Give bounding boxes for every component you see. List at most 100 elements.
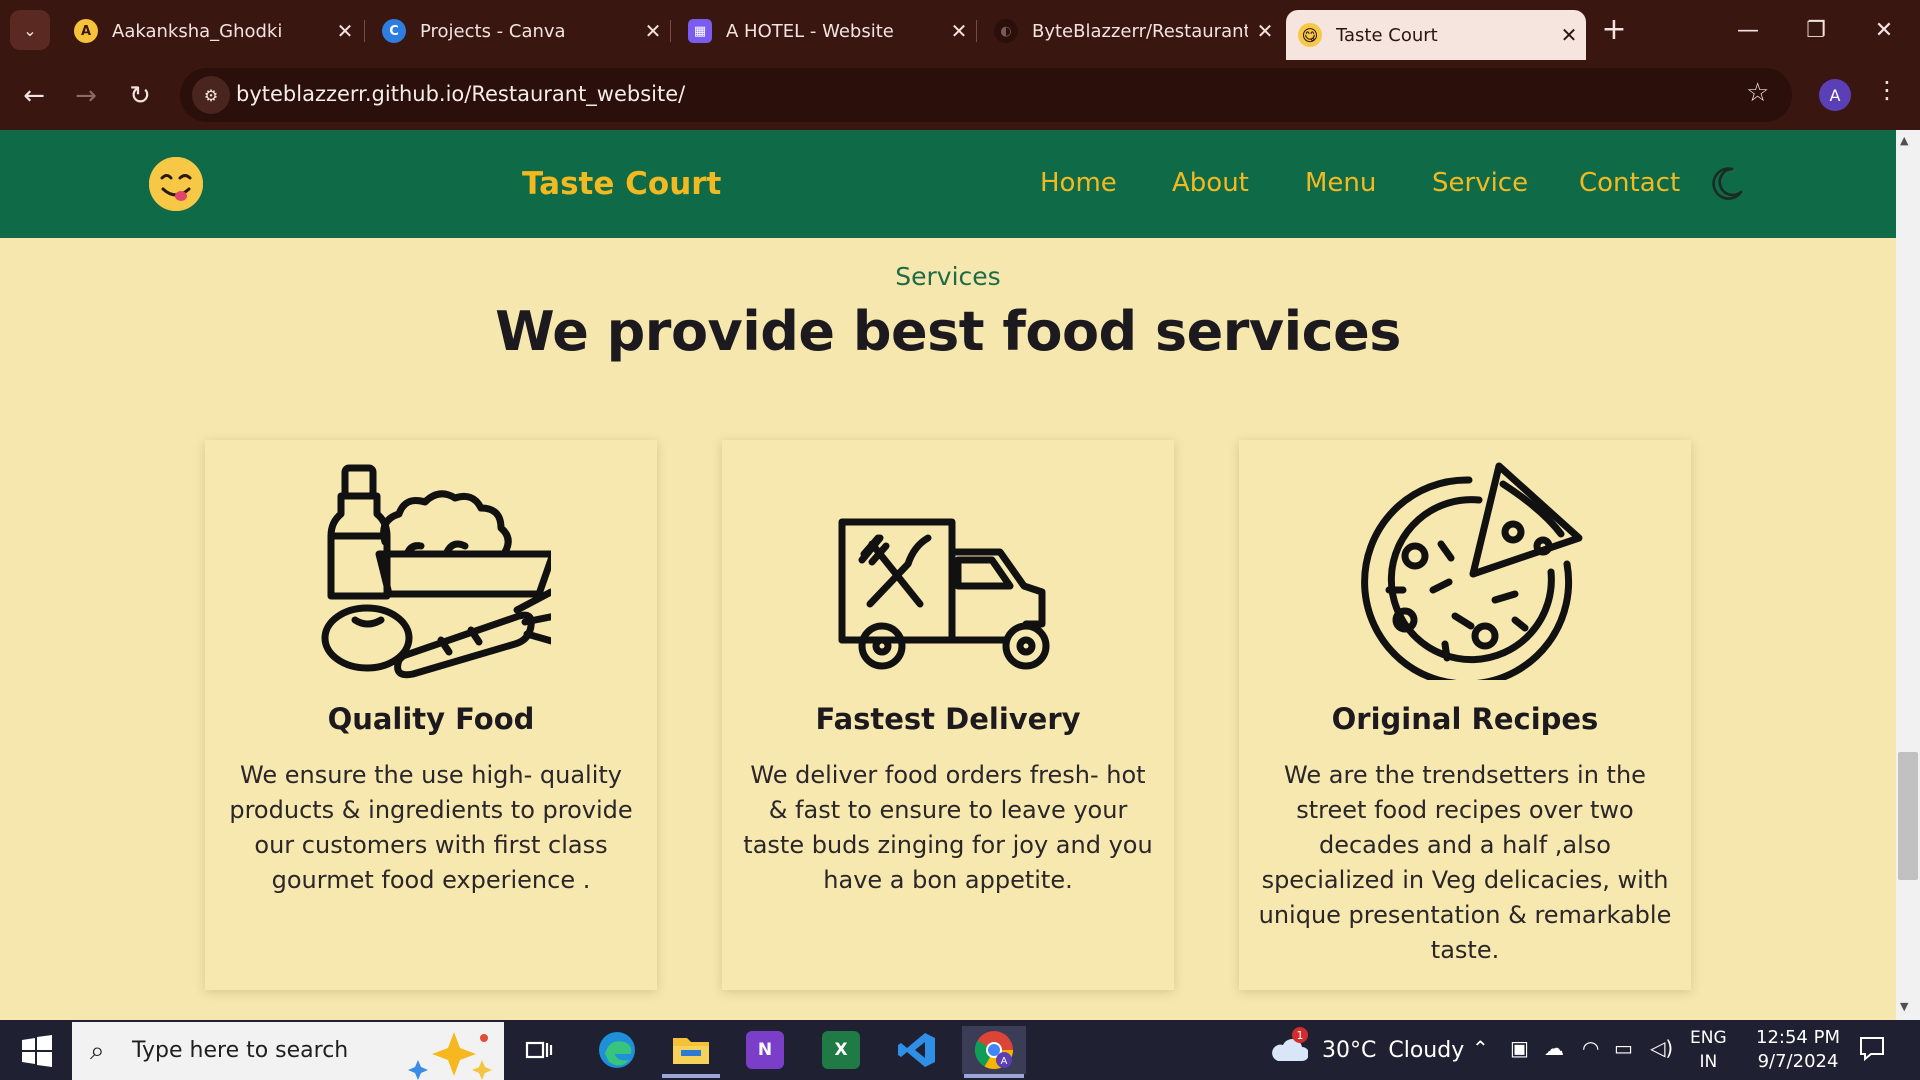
url-text[interactable]: byteblazzerr.github.io/Restaurant_websit…: [236, 82, 685, 106]
site-info-icon[interactable]: ⚙: [192, 76, 230, 114]
taskbar-clock[interactable]: 12:54 PM 9/7/2024: [1748, 1026, 1848, 1074]
nav-link-menu[interactable]: Menu: [1305, 168, 1376, 198]
scroll-down-arrow-icon[interactable]: ▼: [1900, 1000, 1908, 1013]
tab-favicon-icon: 😋: [1298, 23, 1322, 47]
tab-title: A HOTEL - Website: [726, 20, 894, 42]
reload-button[interactable]: ↻: [120, 76, 160, 116]
vscode-icon[interactable]: [888, 1026, 946, 1074]
taskbar-search-box[interactable]: ⌕ Type here to search: [72, 1022, 504, 1080]
file-explorer-icon[interactable]: [662, 1026, 720, 1074]
bookmark-star-icon[interactable]: ☆: [1746, 78, 1769, 108]
browser-toolbar: ← → ↻ ⚙ byteblazzerr.github.io/Restauran…: [0, 60, 1920, 130]
nav-link-about[interactable]: About: [1172, 168, 1249, 198]
tab-title: ByteBlazzerr/Restaurant_v: [1032, 20, 1248, 42]
search-highlight-icon: [408, 1032, 492, 1080]
task-view-icon[interactable]: [510, 1026, 568, 1074]
tab-divider: [976, 20, 977, 42]
minimize-button[interactable]: —: [1720, 8, 1776, 52]
close-tab-icon[interactable]: ✕: [328, 19, 362, 43]
card-description: We deliver food orders fresh- hot & fast…: [743, 761, 1153, 894]
tab-divider: [364, 20, 365, 42]
browser-tab-active[interactable]: 😋 Taste Court ✕: [1286, 10, 1586, 60]
browser-tab[interactable]: ▦ A HOTEL - Website ✕: [676, 10, 976, 52]
tab-divider: [670, 20, 671, 42]
browser-tab[interactable]: ◐ ByteBlazzerr/Restaurant_v ✕: [982, 10, 1282, 52]
service-card-original-recipes: Original Recipes We are the trendsetters…: [1239, 440, 1691, 990]
search-icon: ⌕: [90, 1036, 105, 1066]
browser-tab[interactable]: A Aakanksha_Ghodki ✕: [62, 10, 362, 52]
running-app-indicator: [662, 1074, 720, 1078]
browser-menu-icon[interactable]: ⋮: [1875, 76, 1899, 104]
close-tab-icon[interactable]: ✕: [1248, 19, 1282, 43]
chrome-icon[interactable]: A: [962, 1026, 1026, 1074]
weather-alert-badge: 1: [1292, 1027, 1308, 1043]
volume-icon[interactable]: ◁): [1650, 1036, 1673, 1060]
back-button[interactable]: ←: [14, 76, 54, 116]
chevron-down-icon: ⌄: [23, 20, 37, 40]
clock-time: 12:54 PM: [1756, 1027, 1840, 1048]
address-bar[interactable]: ⚙ byteblazzerr.github.io/Restaurant_webs…: [180, 68, 1792, 122]
service-card-fastest-delivery: Fastest Delivery We deliver food orders …: [722, 440, 1174, 990]
card-title: Original Recipes: [1331, 702, 1599, 736]
card-description: We are the trendsetters in the street fo…: [1258, 761, 1672, 964]
close-window-button[interactable]: ✕: [1856, 8, 1912, 52]
logo-icon[interactable]: [149, 157, 203, 211]
nav-link-contact[interactable]: Contact: [1579, 168, 1680, 198]
close-tab-icon[interactable]: ✕: [1552, 23, 1586, 47]
notification-center-icon[interactable]: [1858, 1034, 1886, 1062]
tab-favicon-icon: ◐: [994, 19, 1018, 43]
weather-condition: Cloudy: [1388, 1037, 1465, 1063]
groceries-icon: [321, 464, 551, 679]
forward-button[interactable]: →: [66, 76, 106, 116]
show-hidden-icons-chevron-icon[interactable]: ⌃: [1472, 1036, 1489, 1060]
windows-start-icon[interactable]: [14, 1034, 60, 1068]
tab-title: Aakanksha_Ghodki: [112, 20, 283, 42]
meet-now-icon[interactable]: ▣: [1510, 1036, 1529, 1060]
browser-tab[interactable]: C Projects - Canva ✕: [370, 10, 670, 52]
dark-mode-moon-icon[interactable]: [1710, 166, 1744, 202]
battery-icon[interactable]: ▭: [1614, 1036, 1633, 1060]
edge-browser-icon[interactable]: [588, 1026, 646, 1074]
nav-link-service[interactable]: Service: [1432, 168, 1528, 198]
section-title: We provide best food services: [495, 300, 1401, 363]
tab-favicon-icon: ▦: [688, 19, 712, 43]
weather-temperature: 30°C: [1322, 1037, 1377, 1063]
region-code: IN: [1699, 1052, 1718, 1072]
cloud-weather-icon: 1: [1270, 1027, 1309, 1065]
weather-widget[interactable]: 1 30°C Cloudy: [1270, 1027, 1465, 1068]
tab-favicon-icon: A: [74, 19, 98, 43]
card-description: We ensure the use high- quality products…: [229, 761, 633, 894]
pizza-icon: [1361, 462, 1583, 680]
tab-title: Taste Court: [1336, 24, 1438, 46]
language-code: ENG: [1690, 1028, 1727, 1048]
scrollbar-thumb[interactable]: [1898, 752, 1918, 880]
wifi-icon[interactable]: ◠: [1582, 1036, 1599, 1060]
card-title: Fastest Delivery: [815, 702, 1081, 736]
browser-tab-bar: ⌄ A Aakanksha_Ghodki ✕ C Projects - Canv…: [0, 0, 1920, 60]
tab-search-button[interactable]: ⌄: [10, 10, 50, 50]
card-title: Quality Food: [327, 702, 535, 736]
page-scrollbar[interactable]: [1896, 130, 1920, 1020]
running-app-indicator: [964, 1074, 1024, 1078]
clock-date: 9/7/2024: [1757, 1051, 1839, 1072]
new-tab-button[interactable]: +: [1594, 12, 1634, 50]
tab-title: Projects - Canva: [420, 20, 566, 42]
section-subtitle: Services: [895, 262, 1001, 291]
nav-link-home[interactable]: Home: [1040, 168, 1117, 198]
svg-text:A: A: [1001, 1056, 1008, 1067]
onedrive-cloud-icon[interactable]: ☁: [1544, 1036, 1564, 1060]
close-tab-icon[interactable]: ✕: [942, 19, 976, 43]
excel-icon[interactable]: X: [812, 1026, 870, 1074]
tab-favicon-icon: C: [382, 19, 406, 43]
language-indicator[interactable]: ENG IN: [1690, 1026, 1727, 1074]
restore-button[interactable]: ❐: [1788, 8, 1844, 52]
service-card-quality-food: Quality Food We ensure the use high- qua…: [205, 440, 657, 990]
close-tab-icon[interactable]: ✕: [636, 19, 670, 43]
profile-avatar[interactable]: A: [1819, 79, 1851, 111]
search-placeholder: Type here to search: [132, 1038, 349, 1063]
site-header: Taste Court Home About Menu Service Cont…: [0, 130, 1896, 238]
brand-name[interactable]: Taste Court: [522, 166, 721, 202]
onenote-icon[interactable]: N: [736, 1026, 794, 1074]
scroll-up-arrow-icon[interactable]: ▲: [1900, 134, 1908, 147]
delivery-truck-icon: [838, 518, 1050, 670]
